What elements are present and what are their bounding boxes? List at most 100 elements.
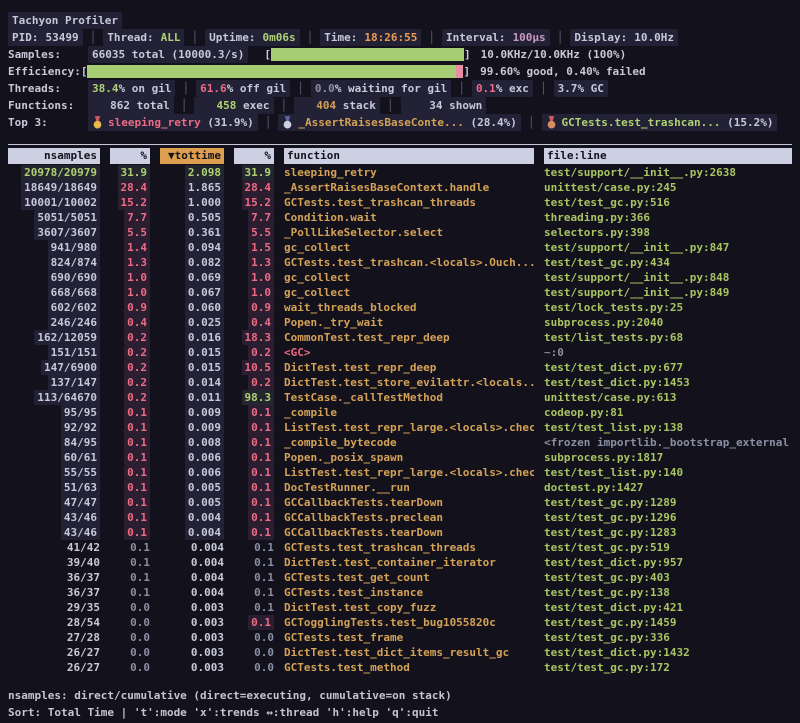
cumulative-pct-cell: 10.5 bbox=[234, 360, 274, 375]
nsamples-cell: 668/668 bbox=[8, 285, 100, 300]
cumulative-pct-cell: 0.1 bbox=[234, 555, 274, 570]
nsamples-cell: 10001/10002 bbox=[8, 195, 100, 210]
cell-value: test/test_gc.py:336 bbox=[544, 631, 670, 644]
cell-value: 0.0 bbox=[130, 646, 150, 659]
cell-value: GCCallbackTests.tearDown bbox=[284, 496, 443, 509]
nsamples-cell: 5051/5051 bbox=[8, 210, 100, 225]
fileline-cell: test/test_gc.py:403 bbox=[544, 570, 792, 585]
cell-value: 1.000 bbox=[185, 195, 224, 210]
cell-value: 1.0 bbox=[248, 285, 274, 300]
cell-value: 47/47 bbox=[61, 495, 100, 510]
table-row: 137/1470.20.0140.2DictTest.test_store_ev… bbox=[8, 375, 792, 390]
cell-value: 0.004 bbox=[191, 571, 224, 584]
cell-value: 0.1 bbox=[254, 541, 274, 554]
separator: │ bbox=[181, 97, 188, 114]
threads-gc: 3.7% GC bbox=[554, 80, 608, 97]
cumulative-pct-cell: 0.1 bbox=[234, 585, 274, 600]
direct-pct-cell: 0.1 bbox=[110, 495, 150, 510]
tottime-cell: 0.025 bbox=[160, 315, 224, 330]
cell-value: 1.5 bbox=[248, 240, 274, 255]
tottime-cell: 0.094 bbox=[160, 240, 224, 255]
separator: │ bbox=[428, 29, 435, 46]
table-row: 5051/50517.70.5057.7Condition.waitthread… bbox=[8, 210, 792, 225]
cell-value: 0.2 bbox=[124, 360, 150, 375]
cumulative-pct-cell: 0.0 bbox=[234, 630, 274, 645]
nsamples-cell: 26/27 bbox=[8, 660, 100, 675]
functions-line: Functions: 862 total │ 458 exec │ 404 st… bbox=[8, 97, 792, 114]
separator: │ bbox=[281, 97, 288, 114]
table-row: 26/270.00.0030.0GCTests.test_methodtest/… bbox=[8, 660, 792, 675]
time-value: 18:26:55 bbox=[364, 29, 417, 46]
direct-pct-cell: 15.2 bbox=[110, 195, 150, 210]
cell-value: 0.1 bbox=[248, 405, 274, 420]
cell-value: Popen._try_wait bbox=[284, 316, 383, 329]
cell-value: _compile bbox=[284, 406, 337, 419]
cell-value: DictTest.test_repr_deep bbox=[284, 361, 436, 374]
direct-pct-cell: 0.2 bbox=[110, 360, 150, 375]
cell-value: gc_collect bbox=[284, 286, 350, 299]
cell-value: 0.0 bbox=[130, 616, 150, 629]
fileline-cell: test/test_gc.py:434 bbox=[544, 255, 792, 270]
nsamples-cell: 28/54 bbox=[8, 615, 100, 630]
cell-value: 1.3 bbox=[248, 255, 274, 270]
cell-value: 27/28 bbox=[67, 631, 100, 644]
nsamples-cell: 18649/18649 bbox=[8, 180, 100, 195]
cell-value: unittest/case.py:245 bbox=[544, 181, 676, 194]
cell-value: 0.025 bbox=[185, 315, 224, 330]
cell-value: 824/874 bbox=[48, 255, 100, 270]
tottime-cell: 0.060 bbox=[160, 300, 224, 315]
table-row: 41/420.10.0040.1GCTests.test_trashcan_th… bbox=[8, 540, 792, 555]
samples-label: Samples: bbox=[8, 46, 88, 63]
efficiency-result: 99.60% good, 0.40% failed bbox=[480, 63, 646, 80]
direct-pct-cell: 1.3 bbox=[110, 255, 150, 270]
cell-value: test/test_gc.py:1459 bbox=[544, 616, 676, 629]
nsamples-cell: 41/42 bbox=[8, 540, 100, 555]
cell-value: 7.7 bbox=[248, 210, 274, 225]
tottime-cell: 0.067 bbox=[160, 285, 224, 300]
cumulative-pct-cell: 0.1 bbox=[234, 495, 274, 510]
cumulative-pct-cell: 28.4 bbox=[234, 180, 274, 195]
table-row: 36/370.10.0040.1GCTests.test_get_countte… bbox=[8, 570, 792, 585]
footer-keybindings: Sort: Total Time | 't':mode 'x':trends ↔… bbox=[8, 704, 792, 721]
cell-value: test/support/__init__.py:848 bbox=[544, 271, 729, 284]
samples-bar-close: ] bbox=[464, 46, 471, 63]
table-row: 26/270.00.0030.0DictTest.test_dict_items… bbox=[8, 645, 792, 660]
cell-value: ListTest.test_repr_large.<locals>.check bbox=[284, 466, 534, 479]
function-cell: ListTest.test_repr_large.<locals>.check bbox=[284, 420, 534, 435]
cell-value: 0.1 bbox=[248, 465, 274, 480]
cell-value: 0.1 bbox=[130, 571, 150, 584]
direct-pct-cell: 0.1 bbox=[110, 540, 150, 555]
tottime-cell: 0.004 bbox=[160, 555, 224, 570]
threads-off-gil: 61.6% off gil bbox=[196, 80, 290, 97]
samples-bar-fill bbox=[271, 48, 464, 61]
cell-value: ~:0 bbox=[544, 346, 564, 359]
separator: │ bbox=[90, 29, 97, 46]
nsamples-cell: 824/874 bbox=[8, 255, 100, 270]
cell-value: test/test_gc.py:172 bbox=[544, 661, 670, 674]
cell-value: 0.004 bbox=[191, 586, 224, 599]
cell-value: GCTogglingTests.test_bug1055820c bbox=[284, 616, 496, 629]
terminal-screen[interactable]: Tachyon Profiler PID:53499 │ Thread:ALL … bbox=[0, 0, 800, 721]
cell-value: test/test_gc.py:1283 bbox=[544, 526, 676, 539]
fileline-cell: test/test_list.py:140 bbox=[544, 465, 792, 480]
cell-value: 5.5 bbox=[124, 225, 150, 240]
cumulative-pct-cell: 0.1 bbox=[234, 615, 274, 630]
fileline-cell: test/list_tests.py:68 bbox=[544, 330, 792, 345]
cell-value: 0.2 bbox=[124, 345, 150, 360]
cell-value: test/support/__init__.py:847 bbox=[544, 241, 729, 254]
cell-value: 20978/20979 bbox=[21, 165, 100, 180]
table-row: 162/120590.20.01618.3CommonTest.test_rep… bbox=[8, 330, 792, 345]
cell-value: 7.7 bbox=[124, 210, 150, 225]
cumulative-pct-cell: 1.0 bbox=[234, 270, 274, 285]
nsamples-cell: 29/35 bbox=[8, 600, 100, 615]
fileline-cell: test/test_gc.py:1283 bbox=[544, 525, 792, 540]
separator: │ bbox=[557, 29, 564, 46]
cell-value: test/test_gc.py:434 bbox=[544, 256, 670, 269]
cell-value: test/test_dict.py:957 bbox=[544, 556, 683, 569]
cell-value: 5051/5051 bbox=[34, 210, 100, 225]
cumulative-pct-cell: 0.1 bbox=[234, 420, 274, 435]
fileline-cell: threading.py:366 bbox=[544, 210, 792, 225]
table-row: 28/540.00.0030.1GCTogglingTests.test_bug… bbox=[8, 615, 792, 630]
cell-value: 0.003 bbox=[191, 646, 224, 659]
cell-value: ListTest.test_repr_large.<locals>.check bbox=[284, 421, 534, 434]
